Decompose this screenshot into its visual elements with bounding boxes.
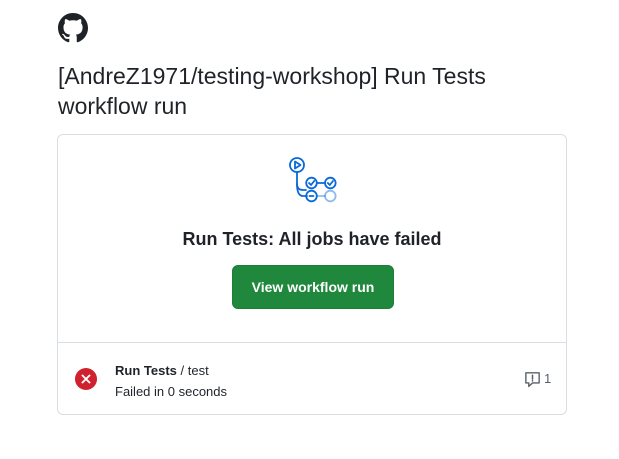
run-status-headline: Run Tests: All jobs have failed bbox=[182, 229, 442, 249]
job-row[interactable]: Run Tests / test Failed in 0 seconds 1 bbox=[58, 343, 566, 415]
comment-alert-icon bbox=[525, 371, 540, 387]
job-result: Failed in 0 seconds bbox=[115, 384, 228, 399]
annotations[interactable]: 1 bbox=[524, 370, 551, 388]
x-circle-fill-icon bbox=[75, 368, 97, 390]
job-name: Run Tests / test bbox=[115, 363, 209, 379]
notification-card: Run Tests: All jobs have failed View wor… bbox=[57, 134, 567, 415]
job-workflow-name: Run Tests bbox=[115, 363, 177, 378]
workflow-icon bbox=[289, 157, 337, 203]
view-workflow-run-button[interactable]: View workflow run bbox=[232, 265, 394, 309]
annotation-count: 1 bbox=[544, 371, 552, 386]
card-summary: Run Tests: All jobs have failed View wor… bbox=[58, 135, 566, 342]
job-name-text: test bbox=[187, 363, 209, 378]
email-title: [AndreZ1971/testing-workshop] Run Tests … bbox=[58, 63, 486, 119]
job-separator: / bbox=[176, 363, 188, 378]
github-mark-icon[interactable] bbox=[58, 13, 88, 43]
